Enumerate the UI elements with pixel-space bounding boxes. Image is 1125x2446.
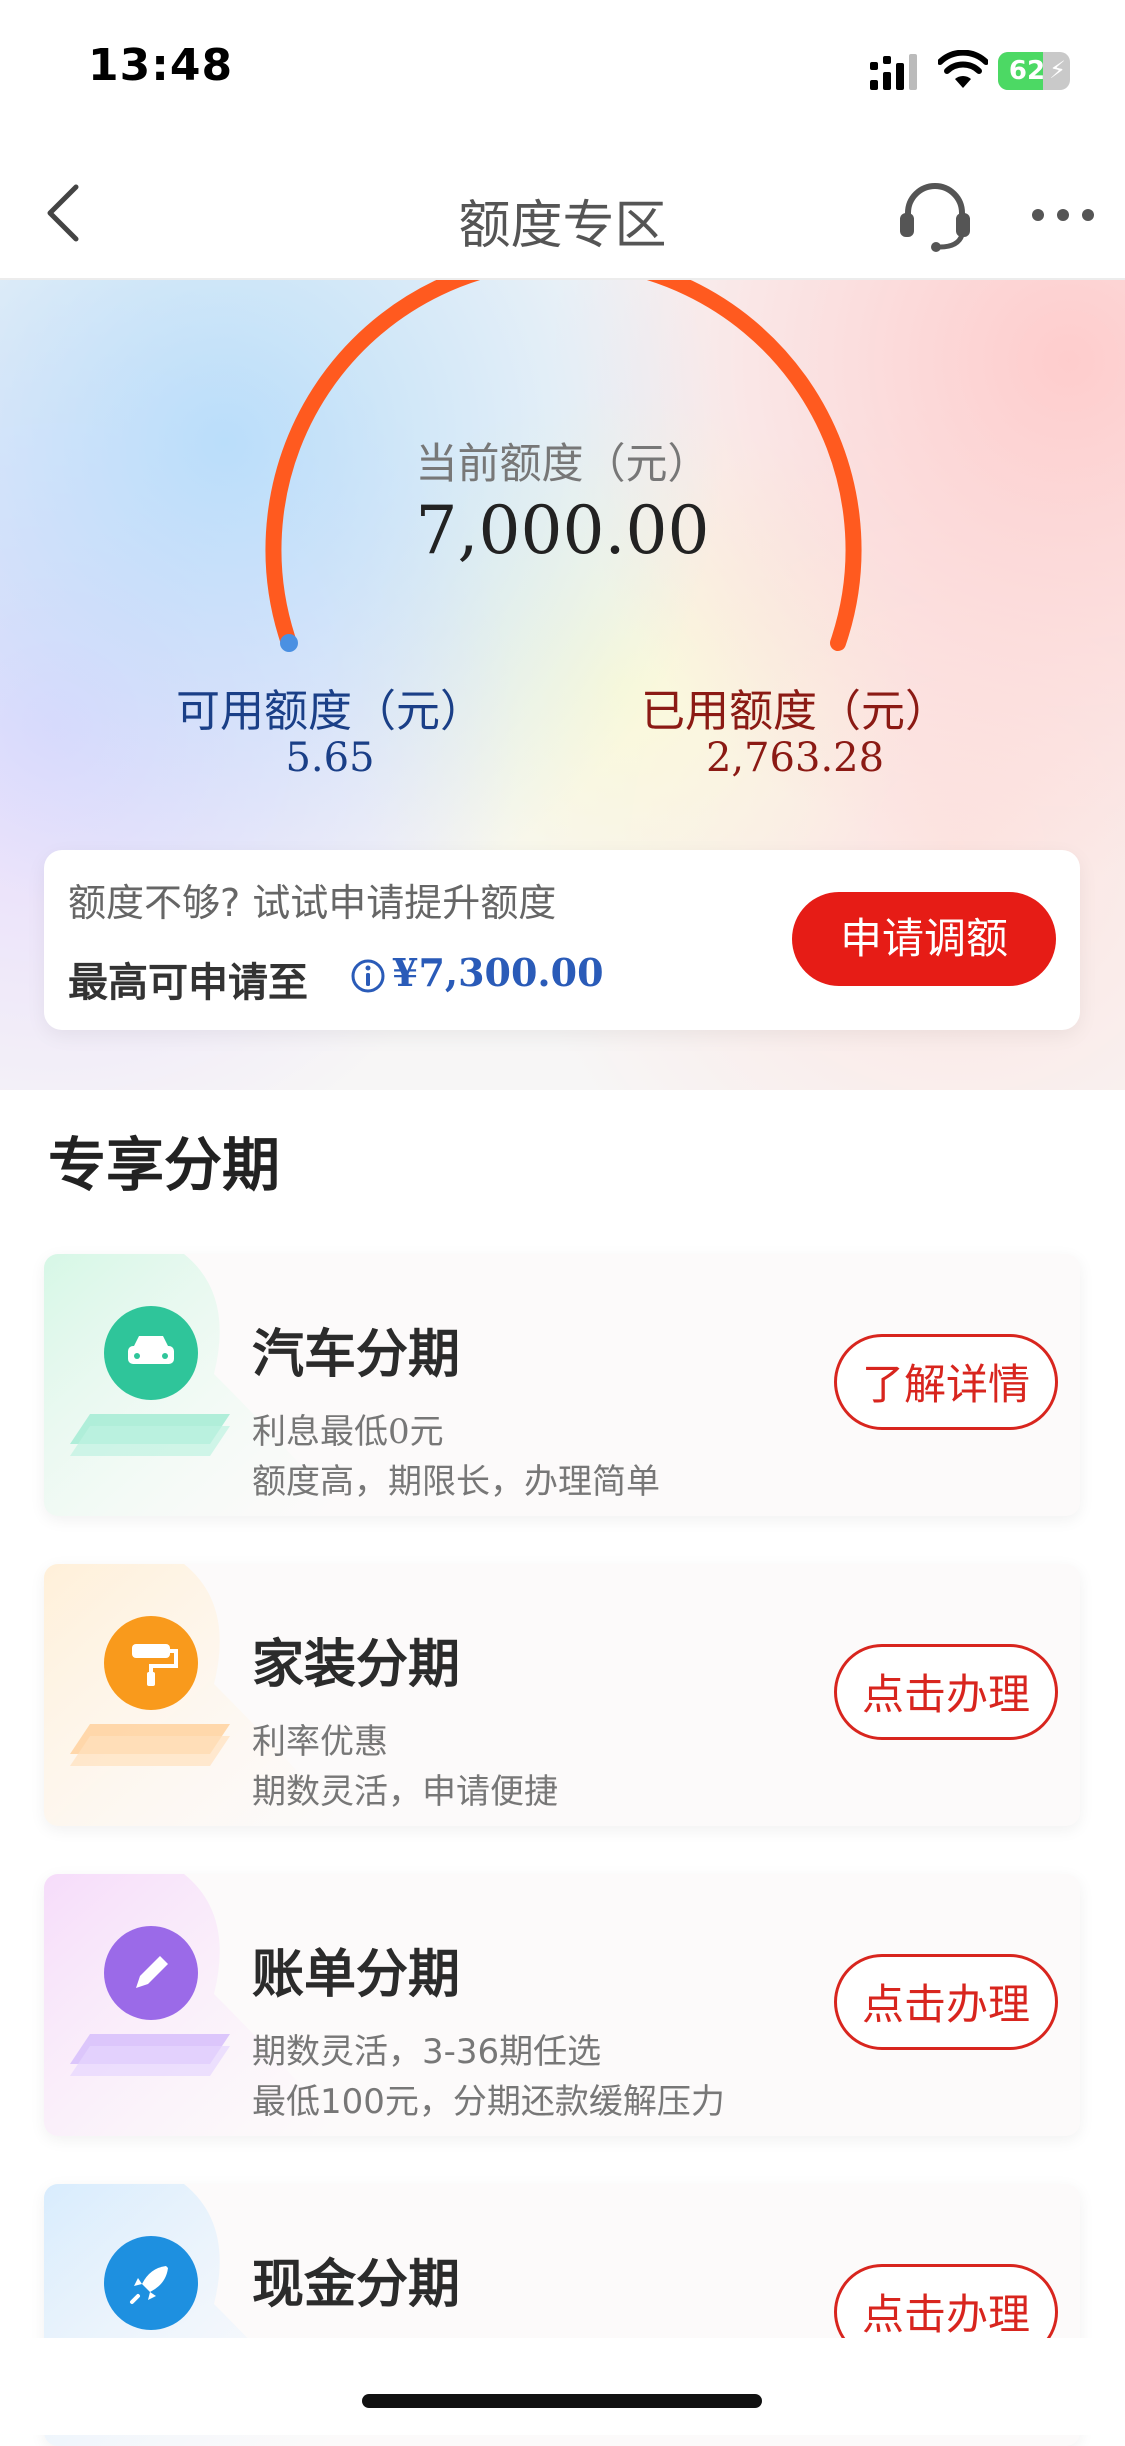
credit-hero: 当前额度（元） 7,000.00 可用额度（元） 5.65 已用额度（元） 2,… [0, 280, 1125, 1090]
status-time: 13:48 [88, 40, 234, 91]
section-title: 专享分期 [48, 1131, 281, 1199]
headset-icon[interactable] [896, 175, 974, 253]
card-subtitle: 期数灵活，3-36期任选 [252, 2032, 602, 2072]
home-indicator [362, 2394, 762, 2408]
learn-more-button[interactable]: 了解详情 [834, 1334, 1058, 1430]
battery-level: 62 [1008, 56, 1046, 86]
current-limit-label: 当前额度（元） [415, 439, 710, 488]
card-subtitle: 利率优惠 [252, 1722, 388, 1762]
card-plates [70, 1414, 230, 1456]
card-plates [70, 1724, 230, 1766]
paint-roller-icon [104, 1616, 198, 1710]
apply-button[interactable]: 点击办理 [834, 1954, 1058, 2050]
current-limit-value: 7,000.00 [415, 492, 710, 569]
battery-indicator: 62 ⚡ [998, 52, 1070, 90]
raise-limit-card: 额度不够? 试试申请提升额度 最高可申请至 ¥7,300.00 申请调额 [44, 850, 1080, 1030]
available-limit-value: 5.65 [285, 735, 375, 781]
raise-prompt: 额度不够? 试试申请提升额度 [68, 881, 557, 925]
charging-bolt-icon: ⚡ [1049, 56, 1066, 84]
card-subtitle: 利息最低0元 [252, 1412, 444, 1452]
used-limit-value: 2,763.28 [705, 735, 885, 781]
installment-card-car[interactable]: 汽车分期 利息最低0元 额度高，期限长，办理简单 了解详情 [44, 1254, 1080, 1516]
card-plates [70, 2034, 230, 2076]
apply-button[interactable]: 点击办理 [834, 1644, 1058, 1740]
card-title: 账单分期 [252, 1945, 461, 2005]
car-icon [104, 1306, 198, 1400]
card-description: 最低100元，分期还款缓解压力 [252, 2082, 725, 2122]
card-title: 汽车分期 [252, 1325, 461, 1385]
gauge-start-dot [280, 634, 298, 652]
card-title: 家装分期 [252, 1635, 461, 1695]
bottom-safe-area [0, 2338, 1125, 2435]
more-dots-icon[interactable] [1028, 185, 1098, 245]
info-icon[interactable] [350, 958, 386, 994]
available-limit-label: 可用额度（元） [176, 686, 484, 737]
rocket-icon [104, 2236, 198, 2330]
apply-raise-button[interactable]: 申请调额 [792, 892, 1056, 986]
used-limit-label: 已用额度（元） [641, 686, 949, 737]
card-description: 期数灵活，申请便捷 [252, 1772, 558, 1812]
card-description: 额度高，期限长，办理简单 [252, 1462, 660, 1502]
raise-max-value: ¥7,300.00 [392, 950, 604, 995]
installment-card-bill[interactable]: 账单分期 期数灵活，3-36期任选 最低100元，分期还款缓解压力 点击办理 [44, 1874, 1080, 2136]
status-bar: 13:48 62 ⚡ [0, 0, 1125, 145]
nav-bar: 额度专区 [0, 145, 1125, 280]
raise-max-label: 最高可申请至 [68, 960, 308, 1006]
signal-icon [870, 54, 917, 90]
pen-icon [104, 1926, 198, 2020]
installment-card-home[interactable]: 家装分期 利率优惠 期数灵活，申请便捷 点击办理 [44, 1564, 1080, 1826]
wifi-icon [938, 50, 988, 88]
card-title: 现金分期 [252, 2255, 461, 2315]
